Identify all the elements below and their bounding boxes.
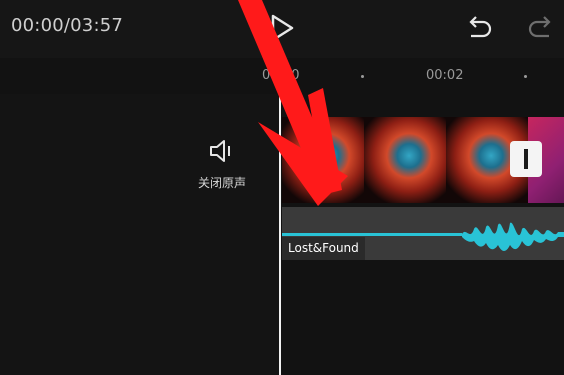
audio-clip-name: Lost&Found: [282, 237, 365, 260]
timecode: 00:00/03:57: [11, 15, 124, 36]
handle-bar: [524, 149, 528, 169]
ruler-dot: [524, 75, 527, 78]
ruler-tick-00-00: 00:00: [262, 68, 300, 83]
play-icon[interactable]: [267, 13, 297, 47]
video-frame-thumbnail: [282, 117, 364, 203]
time-ruler[interactable]: 00:00 00:02: [0, 58, 564, 94]
top-toolbar: 00:00/03:57: [0, 0, 564, 58]
track-controls-panel: [0, 94, 280, 375]
ruler-tick-00-02: 00:02: [426, 68, 464, 83]
playhead[interactable]: [279, 94, 281, 375]
ruler-dot: [361, 75, 364, 78]
clip-trim-handle[interactable]: [510, 141, 542, 177]
speaker-icon: [207, 140, 237, 168]
mute-original-sound-button[interactable]: 关闭原声: [190, 138, 254, 191]
redo-icon[interactable]: [527, 13, 557, 47]
video-frame-thumbnail: [364, 117, 446, 203]
mute-original-sound-label: 关闭原声: [197, 176, 246, 190]
undo-icon[interactable]: [463, 13, 493, 47]
